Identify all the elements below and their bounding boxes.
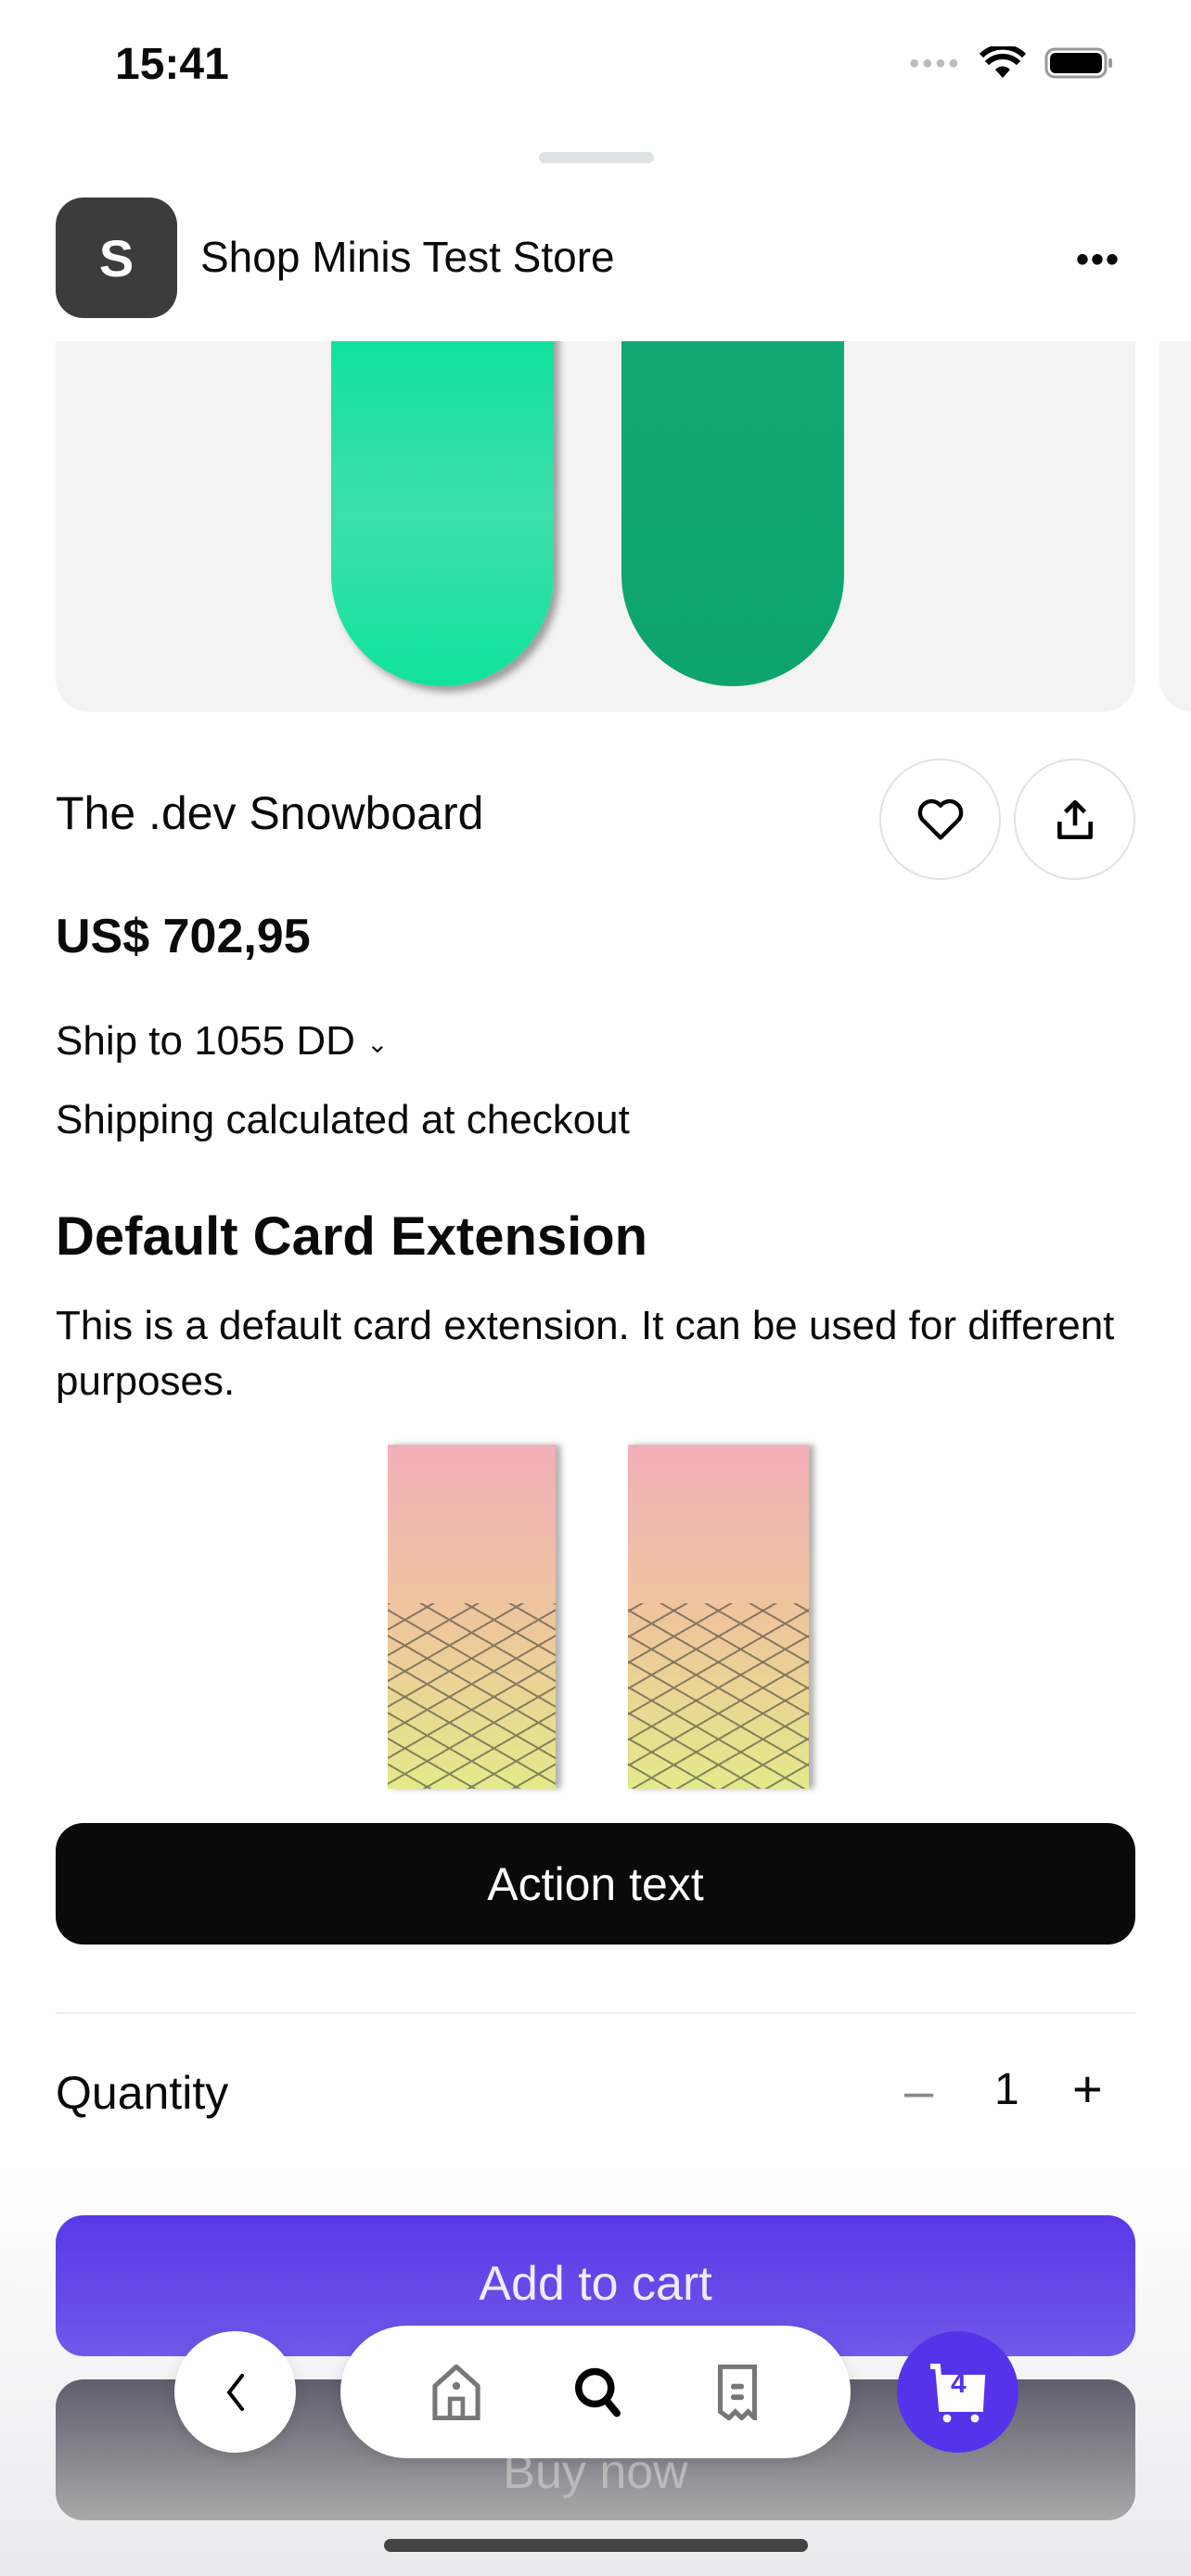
more-options-icon[interactable]: ••• (1076, 239, 1121, 281)
heart-icon (917, 798, 963, 840)
ship-to-selector[interactable]: Ship to 1055 DD ⌄ (56, 1018, 389, 1065)
store-logo: S (56, 198, 177, 318)
share-button[interactable] (1014, 759, 1135, 880)
cart-button[interactable]: 4 (897, 2331, 1018, 2453)
chevron-left-icon (225, 2373, 244, 2411)
product-image-board-2 (621, 341, 844, 686)
cart-count-badge: 4 (951, 2368, 967, 2399)
extension-title: Default Card Extension (56, 1206, 648, 1267)
quantity-increase-button[interactable]: + (1072, 2059, 1103, 2119)
wifi-icon (980, 46, 1026, 78)
extension-image-board-1 (388, 1445, 556, 1789)
sheet-grabber[interactable] (539, 152, 654, 163)
favorite-button[interactable] (879, 759, 1001, 880)
action-button[interactable]: Action text (56, 1823, 1135, 1945)
next-product-image[interactable] (1159, 341, 1191, 712)
share-icon (1057, 799, 1093, 839)
battery-icon (1044, 47, 1112, 79)
product-image-carousel[interactable] (56, 341, 1135, 712)
extension-description: This is a default card extension. It can… (56, 1303, 1115, 1404)
shipping-note: Shipping calculated at checkout (56, 1097, 630, 1142)
orders-receipt-icon[interactable] (714, 2364, 761, 2420)
quantity-label: Quantity (56, 2067, 229, 2119)
divider (56, 2012, 1135, 2014)
product-image-board-1 (331, 341, 554, 686)
product-price: US$ 702,95 (56, 910, 311, 963)
search-icon[interactable] (570, 2365, 626, 2420)
status-time: 15:41 (115, 40, 229, 89)
quantity-decrease-button[interactable]: – (904, 2060, 933, 2121)
store-name: Shop Minis Test Store (200, 233, 615, 281)
status-icons: ●●●● (909, 46, 1115, 80)
ship-to-label: Ship to 1055 DD (56, 1018, 355, 1064)
home-icon[interactable] (430, 2364, 482, 2420)
home-indicator (384, 2539, 808, 2552)
back-button[interactable] (174, 2331, 296, 2453)
quantity-value: 1 (994, 2065, 1019, 2114)
signal-icon: ●●●● (908, 52, 961, 73)
product-title: The .dev Snowboard (56, 787, 484, 839)
bottom-nav (340, 2326, 851, 2458)
extension-image-board-2 (628, 1445, 809, 1789)
chevron-down-icon: ⌄ (366, 1028, 389, 1058)
